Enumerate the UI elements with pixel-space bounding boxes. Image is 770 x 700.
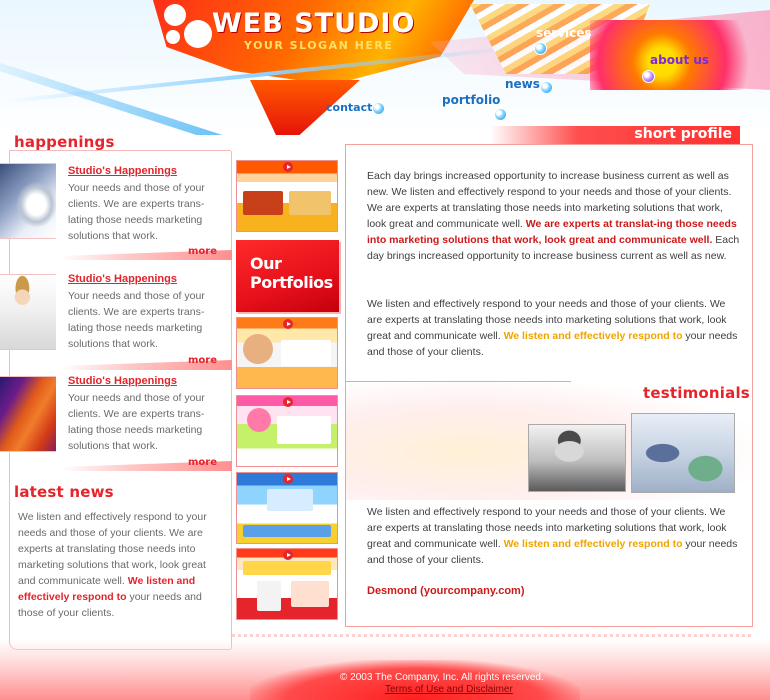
play-icon xyxy=(283,162,293,172)
portfolio-thumbnail[interactable] xyxy=(236,160,338,232)
testimonial-highlight: We listen and effectively respond to xyxy=(503,538,683,550)
short-profile-tab: short profile xyxy=(490,126,740,144)
profile-paragraph-1: Each day brings increased opportunity to… xyxy=(367,168,742,264)
profile-highlight: We listen and effectively respond to xyxy=(503,330,683,342)
testimonials-heading: testimonials xyxy=(643,384,750,402)
play-icon xyxy=(283,397,293,407)
play-icon xyxy=(283,550,293,560)
portfolio-thumbnail[interactable] xyxy=(236,472,338,544)
logo-icon xyxy=(164,4,212,50)
nav-news-dot-icon[interactable] xyxy=(540,81,553,94)
happening-thumbnail-woman xyxy=(0,274,56,350)
happening-thumbnail-phone xyxy=(0,163,56,239)
nav-portfolio-dot-icon[interactable] xyxy=(494,108,507,121)
footer-copyright: © 2003 The Company, Inc. All rights rese… xyxy=(340,672,544,683)
testimonial-photo-office xyxy=(631,413,735,493)
testimonial-text: We listen and effectively respond to you… xyxy=(367,504,742,568)
happening-more-link[interactable]: more xyxy=(188,355,217,366)
happening-title-link[interactable]: Studio's Happenings xyxy=(68,273,177,285)
happening-title-link[interactable]: Studio's Happenings xyxy=(68,165,177,177)
portfolio-thumbnail[interactable] xyxy=(236,548,338,620)
logo-slogan: YOUR SLOGAN HERE xyxy=(244,39,394,52)
our-portfolios-label: Our xyxy=(250,254,282,273)
profile-paragraph-2: We listen and effectively respond to you… xyxy=(367,296,742,360)
happening-text: Your needs and those of your clients. We… xyxy=(68,392,205,452)
testimonial-signature: Desmond (yourcompany.com) xyxy=(367,585,525,597)
happenings-heading: happenings xyxy=(14,133,115,151)
testimonial-photo-man-on-phone xyxy=(528,424,626,492)
portfolio-thumbnail[interactable] xyxy=(236,395,338,467)
latest-news-text: We listen and effectively respond to you… xyxy=(18,509,223,621)
nav-about-us[interactable]: about us xyxy=(650,53,709,67)
short-profile-heading: short profile xyxy=(634,126,732,142)
portfolio-thumbnail[interactable] xyxy=(236,317,338,389)
play-icon xyxy=(283,319,293,329)
nav-contact-dot-icon[interactable] xyxy=(372,102,385,115)
nav-about-us-dot-icon[interactable] xyxy=(642,70,655,83)
latest-news-heading: latest news xyxy=(14,483,114,501)
happening-thumbnail-books xyxy=(0,376,56,452)
our-portfolios-label: Portfolios xyxy=(250,273,333,292)
happening-text: Your needs and those of your clients. We… xyxy=(68,182,205,242)
happening-title-link[interactable]: Studio's Happenings xyxy=(68,375,177,387)
nav-services[interactable]: services xyxy=(536,26,592,40)
footer-terms-link[interactable]: Terms of Use and Disclaimer xyxy=(385,684,513,695)
nav-contact[interactable]: contact xyxy=(326,101,372,114)
logo-title[interactable]: WEB STUDIO xyxy=(212,8,415,39)
dotted-divider xyxy=(232,634,752,637)
happening-more-link[interactable]: more xyxy=(188,457,217,468)
happening-text: Your needs and those of your clients. We… xyxy=(68,290,205,350)
our-portfolios-banner[interactable]: Our Portfolios xyxy=(236,240,339,312)
nav-portfolio[interactable]: portfolio xyxy=(442,93,500,107)
happening-more-link[interactable]: more xyxy=(188,246,217,257)
play-icon xyxy=(283,474,293,484)
nav-services-dot-icon[interactable] xyxy=(534,42,547,55)
nav-news[interactable]: news xyxy=(505,77,540,91)
